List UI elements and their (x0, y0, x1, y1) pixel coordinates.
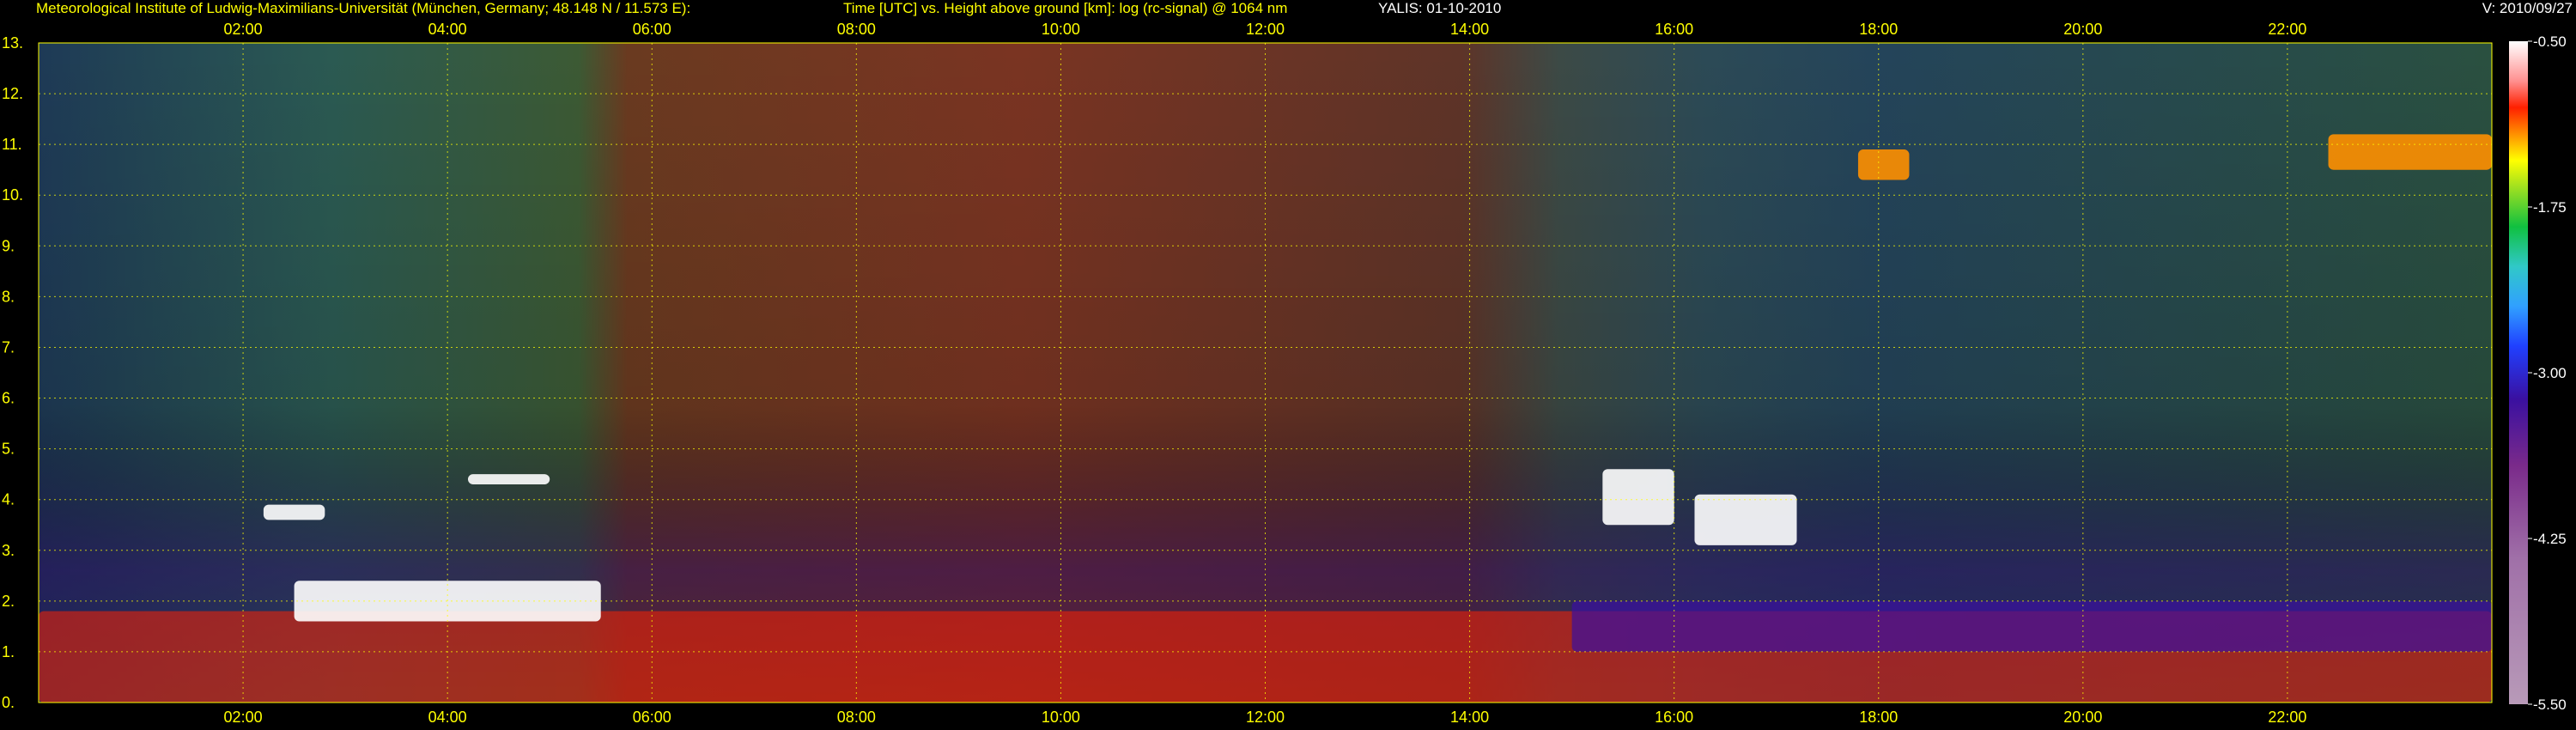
y-tick-7: 7. (2, 338, 15, 356)
x-tick-top-10: 22:00 (2268, 21, 2306, 38)
y-tick-2: 2. (2, 593, 15, 610)
colorbar-scale (2509, 41, 2528, 704)
feature-cloud-4 (1602, 469, 1674, 526)
x-tick-bottom-10: 22:00 (2268, 709, 2306, 726)
x-tick-labels-top: 02:00 04:00 06:00 08:00 10:00 12:00 14:00 16:00… (224, 21, 2307, 38)
colorbar-tick-4: -5.50 (2533, 697, 2567, 713)
colorbar-tick-2: -3.00 (2533, 365, 2567, 381)
version-label: V: 2010/09/27 (2482, 0, 2573, 16)
y-tick-8: 8. (2, 288, 15, 305)
y-tick-6: 6. (2, 390, 15, 407)
y-tick-4: 4. (2, 491, 15, 508)
x-tick-bottom-7: 16:00 (1655, 709, 1693, 726)
x-tick-top-1: 04:00 (428, 21, 467, 38)
colorbar: -0.50 -1.75 -3.00 -4.25 -5.50 (2509, 33, 2567, 713)
x-tick-top-4: 10:00 (1042, 21, 1080, 38)
x-tick-labels-bottom: 02:00 04:00 06:00 08:00 10:00 12:00 14:00 16:00… (224, 709, 2307, 726)
x-tick-top-8: 18:00 (1859, 21, 1898, 38)
feature-residual-layer-8 (1571, 600, 2492, 652)
x-tick-bottom-4: 10:00 (1042, 709, 1080, 726)
feature-cloud-3 (467, 474, 550, 484)
y-tick-13: 13. (2, 34, 23, 52)
x-tick-top-5: 12:00 (1246, 21, 1285, 38)
x-tick-bottom-8: 18:00 (1859, 709, 1898, 726)
y-tick-0: 0. (2, 694, 15, 711)
lidar-chart: 02:00 04:00 06:00 08:00 10:00 12:00 14:00 16:00… (2, 21, 2567, 726)
feature-cirrus-7 (2328, 134, 2492, 170)
feature-cloud-2 (263, 504, 325, 520)
y-tick-10: 10. (2, 186, 23, 204)
x-tick-bottom-3: 08:00 (837, 709, 876, 726)
x-tick-top-3: 08:00 (837, 21, 876, 38)
x-tick-bottom-2: 06:00 (633, 709, 671, 726)
colorbar-tick-labels: -0.50 -1.75 -3.00 -4.25 -5.50 (2528, 33, 2567, 713)
x-tick-top-6: 14:00 (1450, 21, 1489, 38)
x-tick-top-0: 02:00 (224, 21, 263, 38)
y-tick-12: 12. (2, 85, 23, 102)
x-tick-bottom-6: 14:00 (1450, 709, 1489, 726)
x-tick-bottom-1: 04:00 (428, 709, 467, 726)
colorbar-tick-3: -4.25 (2533, 531, 2567, 547)
x-tick-bottom-9: 20:00 (2063, 709, 2102, 726)
x-tick-top-7: 16:00 (1655, 21, 1693, 38)
colorbar-tick-1: -1.75 (2533, 199, 2567, 216)
plot-area (38, 42, 2493, 703)
station-date: YALIS: 01-10-2010 (1378, 0, 1502, 16)
feature-cloud-5 (1694, 494, 1797, 545)
x-tick-top-2: 06:00 (633, 21, 671, 38)
x-tick-top-9: 20:00 (2063, 21, 2102, 38)
institute-header: Meteorological Institute of Ludwig-Maxim… (36, 0, 691, 16)
y-tick-3: 3. (2, 542, 15, 559)
y-tick-5: 5. (2, 441, 15, 458)
x-tick-bottom-0: 02:00 (224, 709, 263, 726)
plot-title: Time [UTC] vs. Height above ground [km]:… (843, 0, 1288, 16)
colorbar-tick-0: -0.50 (2533, 33, 2567, 50)
x-tick-bottom-5: 12:00 (1246, 709, 1285, 726)
y-tick-9: 9. (2, 237, 15, 254)
y-tick-labels: 0. 1. 2. 3. 4. 5. 6. 7. 8. 9. 10. 11. 12. 13. (2, 34, 23, 711)
feature-cirrus-6 (1857, 149, 1910, 180)
y-tick-1: 1. (2, 643, 15, 660)
y-tick-11: 11. (2, 136, 22, 153)
